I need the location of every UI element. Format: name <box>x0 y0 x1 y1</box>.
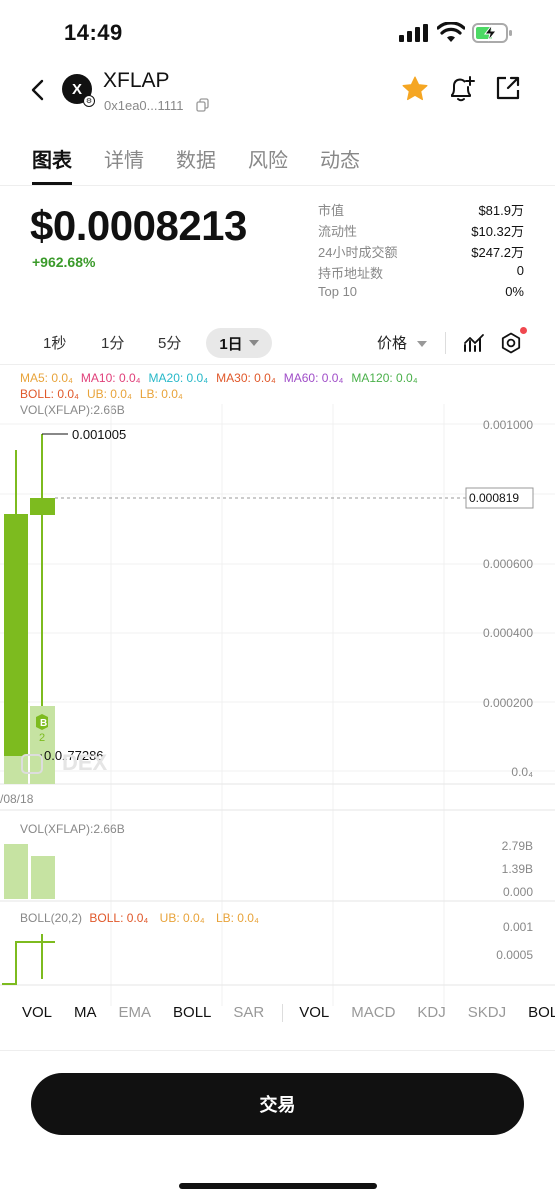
settings-notification-dot <box>520 327 527 334</box>
price-alert-bell-icon[interactable] <box>446 74 476 104</box>
ind-tab-kdj[interactable]: KDJ <box>417 1004 445 1022</box>
battery-charging-icon <box>472 23 512 43</box>
interval-5m[interactable]: 5分 <box>158 332 181 353</box>
price-change: +962.68% <box>32 254 96 270</box>
back-icon[interactable] <box>30 78 46 102</box>
vol-y-label: 0.000 <box>502 885 533 899</box>
interval-1s[interactable]: 1秒 <box>43 332 66 353</box>
token-symbol: XFLAP <box>103 69 170 92</box>
stat-holders: 持币地址数 0 <box>318 263 524 281</box>
tab-risk[interactable]: 风险 <box>248 144 288 185</box>
boll-y-label: 0.001 <box>502 920 533 934</box>
caret-down-icon <box>248 340 259 346</box>
tab-activity[interactable]: 动态 <box>320 144 360 185</box>
current-price-tag: 0.000819 <box>469 491 520 505</box>
tabs-divider <box>0 185 555 186</box>
vol-y-label: 1.39B <box>501 862 533 876</box>
boll-subchart-title: BOLL(20,2) BOLL: 0.0₄ UB: 0.0₄ LB: 0.0₄ <box>20 911 259 925</box>
stat-market-cap: 市值 $81.9万 <box>318 203 524 218</box>
stat-top10: Top 10 0% <box>318 284 524 299</box>
trade-button[interactable]: 交易 <box>31 1073 524 1135</box>
stat-liquidity: 流动性 $10.32万 <box>318 224 524 239</box>
ind-tab-ma[interactable]: MA <box>74 1004 97 1022</box>
price-chart[interactable] <box>0 364 555 1006</box>
ind-tab-sar[interactable]: SAR <box>233 1004 264 1022</box>
interval-1m[interactable]: 1分 <box>101 332 124 353</box>
current-price: $0.0008213 <box>30 202 247 249</box>
copy-icon[interactable] <box>196 98 209 112</box>
chain-badge-icon: ⚙ <box>83 95 95 107</box>
y-axis-label: 0.000400 <box>482 626 533 640</box>
token-address: 0x1ea0...1111 <box>104 98 184 113</box>
indicator-tabs: VOL MA EMA BOLL SAR VOL MACD KDJ SKDJ BO… <box>22 1004 555 1022</box>
buy-count: 2 <box>39 732 46 744</box>
tab-details[interactable]: 详情 <box>104 144 144 185</box>
ind-tab-vol-sub[interactable]: VOL <box>299 1004 329 1022</box>
home-indicator <box>179 1183 377 1189</box>
y-axis-label: 0.0₄ <box>511 765 533 779</box>
ind-tab-macd[interactable]: MACD <box>351 1004 395 1022</box>
boll-y-label: 0.0005 <box>496 948 533 962</box>
high-price-label: 0.001005 <box>72 427 127 442</box>
chart-settings-icon[interactable] <box>500 332 522 354</box>
cellular-signal-icon <box>399 24 428 42</box>
y-axis-label: 0.000200 <box>482 696 533 710</box>
tab-data[interactable]: 数据 <box>176 144 216 185</box>
price-mode-label: 价格 <box>377 335 408 352</box>
vol-y-label: 2.79B <box>501 839 533 853</box>
wifi-icon <box>437 22 465 42</box>
token-logo: X ⚙ <box>62 74 95 107</box>
ind-tab-vol[interactable]: VOL <box>22 1004 52 1022</box>
favorite-star-icon[interactable] <box>400 74 430 104</box>
ind-tab-ema[interactable]: EMA <box>119 1004 152 1022</box>
dex-watermark: DEX <box>62 750 108 775</box>
x-axis-date-label: /08/18 <box>0 792 34 806</box>
y-axis-label: 0.000600 <box>482 557 533 571</box>
tab-chart[interactable]: 图表 <box>32 144 72 185</box>
stat-24h-volume: 24小时成交额 $247.2万 <box>318 245 524 260</box>
price-mode-select[interactable]: 价格 <box>377 332 428 353</box>
caret-down-icon <box>417 341 428 348</box>
token-logo-letter: X <box>71 80 82 98</box>
ind-tab-boll-sub[interactable]: BOLL <box>528 1004 555 1022</box>
bottom-divider <box>0 1050 555 1051</box>
interval-1d-select[interactable]: 1日 <box>206 328 272 358</box>
y-axis-label: 0.001000 <box>482 418 533 432</box>
indicator-chart-icon[interactable] <box>463 333 485 353</box>
status-time: 14:49 <box>64 20 123 45</box>
token-stats: 市值 $81.9万 流动性 $10.32万 24小时成交额 $247.2万 持币地址数… <box>318 200 524 305</box>
vol-subchart-title: VOL(XFLAP):2.66B <box>20 822 125 836</box>
detail-tabs: 图表 详情 数据 风险 动态 <box>32 144 392 185</box>
share-external-icon[interactable] <box>494 74 522 102</box>
interval-selected-label: 1日 <box>219 335 243 353</box>
ind-tab-skdj[interactable]: SKDJ <box>468 1004 506 1022</box>
ind-tab-divider <box>282 1004 284 1022</box>
buy-marker[interactable]: B <box>40 718 47 729</box>
toolbar-divider <box>445 332 446 354</box>
ind-tab-boll[interactable]: BOLL <box>173 1004 211 1022</box>
